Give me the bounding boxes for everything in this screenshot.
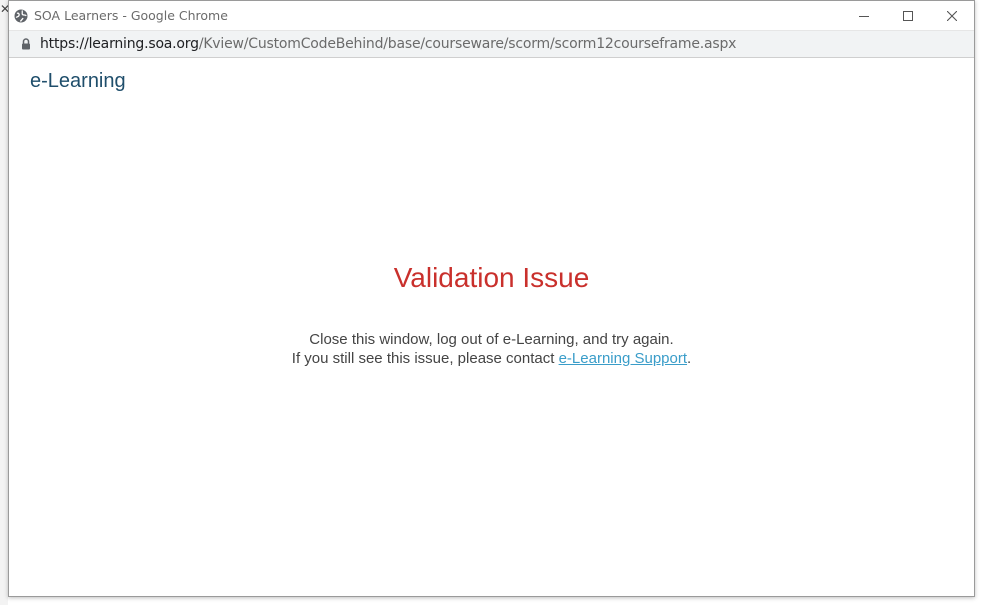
- minimize-icon: [859, 15, 869, 17]
- message-line-2: If you still see this issue, please cont…: [9, 349, 974, 368]
- globe-icon: [14, 9, 28, 23]
- minimize-button[interactable]: [842, 1, 886, 30]
- maximize-icon: [903, 10, 913, 21]
- message-line-2-suffix: .: [687, 350, 692, 367]
- close-icon: [947, 10, 957, 21]
- address-bar[interactable]: https://learning.soa.org/Kview/CustomCod…: [9, 31, 974, 58]
- issue-message: Close this window, log out of e-Learning…: [9, 330, 974, 368]
- page-title: Validation Issue: [393, 262, 590, 293]
- window-controls: [842, 1, 974, 30]
- page-content: e-Learning Validation Issue Close this w…: [9, 58, 974, 598]
- title-bar[interactable]: SOA Learners - Google Chrome: [9, 1, 974, 31]
- browser-window: SOA Learners - Google Chrome https://lea…: [8, 0, 975, 597]
- lock-icon[interactable]: [19, 37, 33, 51]
- window-title: SOA Learners - Google Chrome: [34, 8, 228, 23]
- url-path: /Kview/CustomCodeBehind/base/courseware/…: [198, 36, 737, 52]
- message-line-2-prefix: If you still see this issue, please cont…: [291, 350, 559, 367]
- url-text[interactable]: https://learning.soa.org/Kview/CustomCod…: [40, 36, 736, 52]
- support-link[interactable]: e-Learning Support: [559, 350, 687, 367]
- maximize-button[interactable]: [886, 1, 930, 30]
- background-window-edge: [0, 0, 8, 605]
- url-host: https://learning.soa.org: [40, 36, 199, 52]
- brand-logo: e-Learning: [30, 70, 126, 92]
- close-button[interactable]: [930, 1, 974, 30]
- message-line-1: Close this window, log out of e-Learning…: [309, 331, 674, 348]
